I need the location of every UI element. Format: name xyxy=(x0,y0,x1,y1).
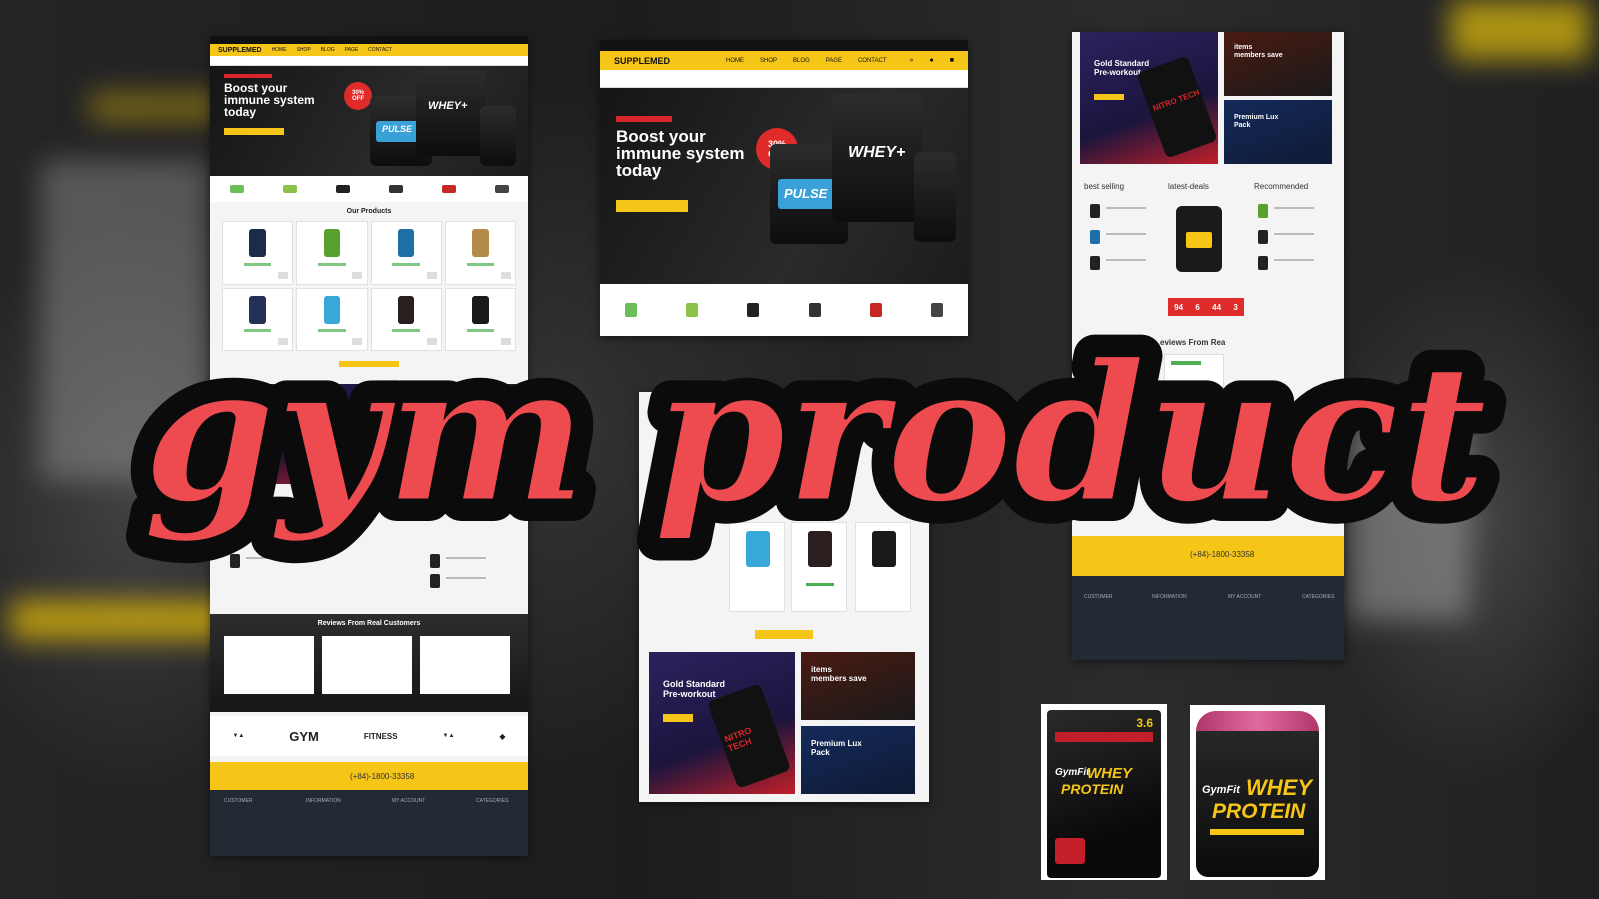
promo-gold-standard: Gold Standard xyxy=(222,384,362,484)
brand-logo-row: ▼▲ GYM FITNESS ▼▲ ◆ xyxy=(210,716,528,756)
product-card xyxy=(444,221,516,285)
product-card xyxy=(370,287,442,351)
promo-members: items members save xyxy=(801,652,915,720)
reviews-title: Reviews From Real Customers xyxy=(317,620,421,627)
blurred-light-area-right xyxy=(1350,420,1470,620)
product-card xyxy=(370,221,442,285)
blurred-yellow-band xyxy=(90,92,220,122)
discount-badge: 30%OFF xyxy=(344,82,372,110)
review-card xyxy=(420,636,510,694)
review-card xyxy=(322,636,412,694)
whey-protein-tub-photo: GymFit WHEY PROTEIN xyxy=(1190,705,1325,880)
product-card xyxy=(222,287,294,351)
feature-row xyxy=(600,284,968,336)
reviews-partial-title: eviews From Rea xyxy=(1160,338,1226,347)
product-card xyxy=(444,287,516,351)
promo-premium-lux: Premium Lux Pack xyxy=(801,726,915,794)
nav-blog: BLOG xyxy=(320,47,335,53)
footer-links: CUSTOMER INFORMATION MY ACCOUNT CATEGORI… xyxy=(1072,576,1344,660)
cart-icon: ■ xyxy=(949,57,954,64)
brand-logo-icon: ◆ xyxy=(499,731,506,741)
blurred-yellow-stripe xyxy=(10,600,240,640)
footer-links: CUSTOMER INFORMATION MY ACCOUNT CATEGORI… xyxy=(210,790,528,856)
product-card xyxy=(296,221,368,285)
hero-shop-button xyxy=(616,200,688,212)
nav-shop: SHOP xyxy=(760,57,778,64)
reviews-section: Reviews From Real Customers xyxy=(210,614,528,712)
deal-product-jar xyxy=(1176,206,1222,272)
nav-page: PAGE xyxy=(344,47,359,53)
product-card xyxy=(855,522,911,612)
nitro-tech-jar: NITRO TECH xyxy=(1136,55,1218,159)
product-jar xyxy=(480,106,516,166)
recommended-title: Recommended xyxy=(1254,182,1309,191)
homepage-screenshot-full: SUPPLEMED HOME SHOP BLOG PAGE CONTACT Bo… xyxy=(210,36,528,856)
promo-premium-lux: Premium Lux Pack xyxy=(1224,100,1332,164)
our-products-title: Our Products xyxy=(346,208,392,215)
site-navbar: SUPPLEMED HOME SHOP BLOG PAGE CONTACT ⌕ … xyxy=(600,51,968,70)
promo-members: items members save xyxy=(1224,32,1332,96)
hero-title: Boost your immune system today xyxy=(616,127,745,180)
review-card xyxy=(224,636,314,694)
nav-shop: SHOP xyxy=(296,47,311,53)
view-all-button xyxy=(755,630,813,639)
product-card xyxy=(729,522,785,612)
nav-home: HOME xyxy=(271,47,287,53)
product-jar xyxy=(914,152,956,242)
blurred-light-area xyxy=(40,160,210,480)
footer-phone: (+84)-1800-33358 xyxy=(1190,550,1255,559)
user-icon: ● xyxy=(929,57,934,64)
promo-gold-standard: Gold Standard Pre-workout NITRO TECH xyxy=(649,652,795,794)
blurred-yellow-corner xyxy=(1450,0,1590,60)
hero-title: Boost your immune system today xyxy=(224,81,315,119)
protein-tub: GymFit WHEY PROTEIN xyxy=(1196,711,1319,877)
product-jar: WHEY+ xyxy=(832,94,922,222)
whey-protein-bag-photo: 3.6 GymFit WHEY PROTEIN xyxy=(1041,704,1167,880)
product-card xyxy=(296,287,368,351)
latest-deals-title: latest-deals xyxy=(1168,182,1209,191)
footer-phone: (+84)-1800-33358 xyxy=(350,772,415,781)
protein-bag: 3.6 GymFit WHEY PROTEIN xyxy=(1047,710,1161,878)
hero-banner: Boost yourimmune systemtoday 30%OFF PULS… xyxy=(210,66,528,176)
promo-gold-standard: Gold Standard Pre-workout NITRO TECH xyxy=(1080,32,1218,164)
product-jar: WHEY+ xyxy=(416,70,486,156)
footer-contact-bar: (+84)-1800-33358 xyxy=(210,762,528,790)
review-card xyxy=(1164,354,1224,394)
products-promos-screenshot: Gold Standard Pre-workout NITRO TECH item… xyxy=(639,392,929,802)
hero-shop-button xyxy=(224,128,284,135)
view-all-button xyxy=(339,361,399,367)
site-navbar: SUPPLEMED HOME SHOP BLOG PAGE CONTACT xyxy=(210,44,528,56)
product-card xyxy=(791,522,847,612)
brand-logo-gym: GYM xyxy=(289,728,319,744)
footer-contact-bar: (+84)-1800-33358 xyxy=(1072,536,1344,576)
brand-logo-icon: ▼▲ xyxy=(442,733,455,739)
nav-home: HOME xyxy=(726,57,745,64)
nav-contact: CONTACT xyxy=(368,47,392,53)
nitro-tech-jar: NITRO TECH xyxy=(706,683,792,789)
nav-blog: BLOG xyxy=(793,57,810,64)
deal-countdown: 94 6 44 3 xyxy=(1168,298,1244,316)
hero-banner: Boost yourimmune systemtoday 30%OFF PULS… xyxy=(600,88,968,284)
product-card xyxy=(222,221,294,285)
feature-row xyxy=(210,176,528,202)
best-selling-title: best selling xyxy=(224,496,265,505)
nav-page: PAGE xyxy=(825,57,842,64)
promo-members xyxy=(366,384,516,484)
brand-logo-fitness: FITNESS xyxy=(363,731,398,741)
promos-deals-screenshot: Gold Standard Pre-workout NITRO TECH item… xyxy=(1072,32,1344,660)
brand-logo-icon: ▼▲ xyxy=(232,733,245,739)
nav-contact: CONTACT xyxy=(857,57,887,64)
site-logo: SUPPLEMED xyxy=(614,55,671,66)
search-icon: ⌕ xyxy=(909,56,914,64)
site-logo: SUPPLEMED xyxy=(218,46,262,54)
product-grid xyxy=(210,221,528,351)
best-selling-title: best selling xyxy=(1084,182,1125,191)
hero-screenshot: SUPPLEMED HOME SHOP BLOG PAGE CONTACT ⌕ … xyxy=(600,40,968,336)
